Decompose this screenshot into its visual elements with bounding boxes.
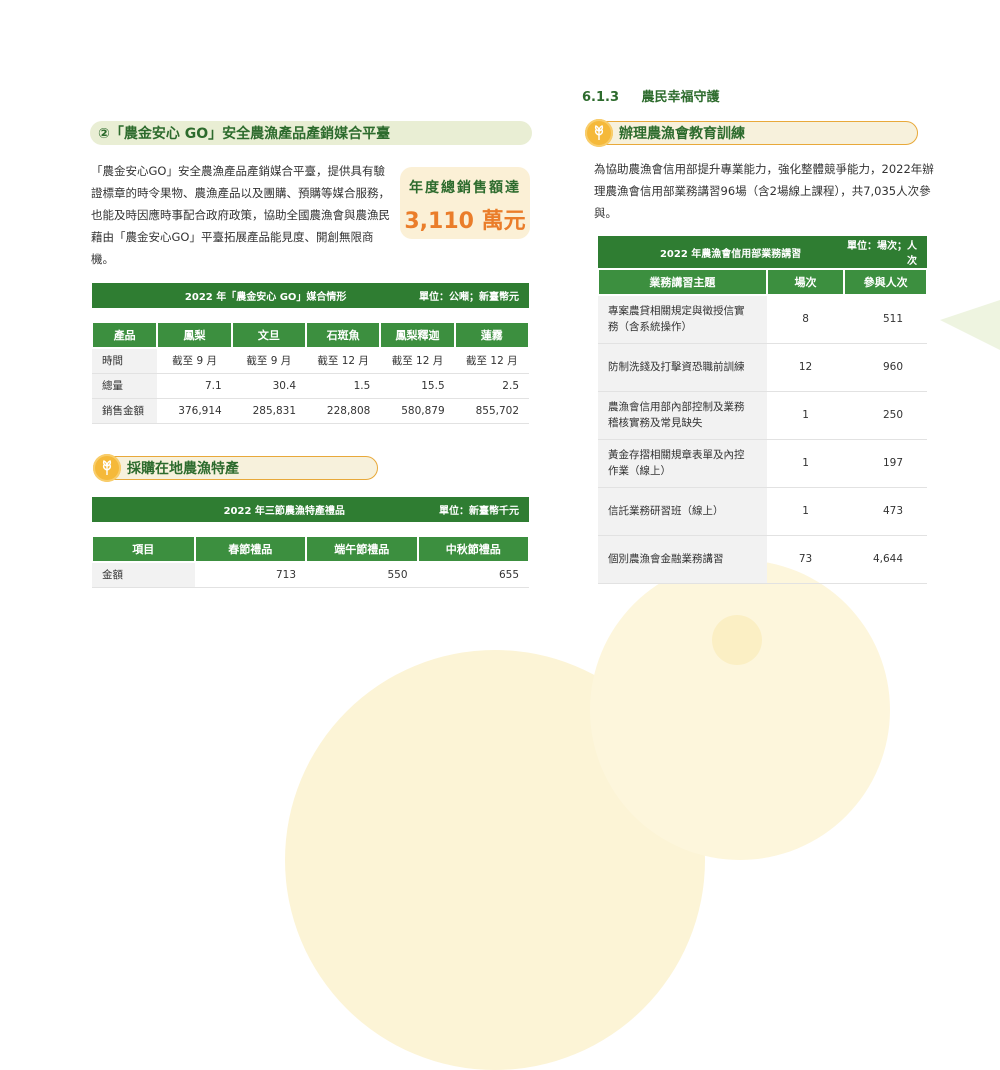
row-label: 銷售金額 bbox=[92, 398, 158, 424]
chapter-title: 農民幸福守護 bbox=[641, 90, 720, 105]
decor-circle-small bbox=[712, 615, 762, 665]
table-cell: 473 bbox=[844, 487, 927, 536]
section-title-platform: ②「農金安心 GO」安全農漁產品產銷媒合平臺 bbox=[98, 126, 391, 142]
table-row: 信託業務研習班（線上） 1 473 bbox=[598, 487, 927, 536]
col-header: 產品 bbox=[90, 321, 159, 349]
table-row: 金額 713 550 655 bbox=[92, 562, 529, 588]
table-cell: 截至 12 月 bbox=[454, 348, 529, 374]
table-cell: 8 bbox=[766, 295, 845, 344]
table-title-row: 2022 年三節農漁特產禮品 單位：新臺幣千元 bbox=[92, 497, 529, 522]
wheat-icon bbox=[93, 454, 121, 482]
matching-table: 2022 年「農金安心 GO」媒合情形 單位：公噸；新臺幣元 產品 鳳梨 文旦 … bbox=[90, 283, 531, 424]
training-table: 2022 年農漁會信用部業務講習 單位：場次；人次 業務講習主題 場次 參與人次… bbox=[597, 236, 928, 584]
table-title-row: 2022 年「農金安心 GO」媒合情形 單位：公噸；新臺幣元 bbox=[92, 283, 529, 308]
row-label: 總量 bbox=[92, 373, 158, 399]
col-header: 業務講習主題 bbox=[597, 268, 768, 296]
table-cell: 550 bbox=[306, 562, 418, 588]
table-cell: 截至 9 月 bbox=[157, 348, 232, 374]
table-cell: 228,808 bbox=[306, 398, 381, 424]
table-cell: 30.4 bbox=[231, 373, 307, 399]
table-unit: 單位：新臺幣千元 bbox=[417, 497, 529, 522]
wheat-icon bbox=[585, 119, 613, 147]
table-header-row: 產品 鳳梨 文旦 石斑魚 鳳梨釋迦 蓮霧 bbox=[90, 321, 531, 349]
table-cell: 1 bbox=[766, 439, 845, 488]
table-cell: 2.5 bbox=[454, 373, 529, 399]
decor-arc bbox=[285, 650, 705, 1070]
row-label: 農漁會信用部內部控制及業務稽核實務及常見缺失 bbox=[598, 391, 767, 440]
table-title: 2022 年「農金安心 GO」媒合情形 bbox=[92, 283, 381, 308]
row-label: 時間 bbox=[92, 348, 158, 374]
table-cell: 713 bbox=[194, 562, 306, 588]
table-row: 黃金存摺相關規章表單及內控作業（線上） 1 197 bbox=[598, 439, 927, 488]
table-unit: 單位：場次；人次 bbox=[844, 236, 927, 269]
table-row: 防制洗錢及打擊資恐職前訓練 12 960 bbox=[598, 343, 927, 392]
table-header-row: 業務講習主題 場次 參與人次 bbox=[597, 268, 928, 296]
row-label: 信託業務研習班（線上） bbox=[598, 487, 767, 536]
table-unit: 單位：公噸；新臺幣元 bbox=[380, 283, 529, 308]
sales-callout: 年度總銷售額達 3,110 萬元 bbox=[400, 167, 530, 239]
col-header: 鳳梨 bbox=[156, 321, 233, 349]
decor-triangle bbox=[940, 300, 1000, 350]
table-cell: 15.5 bbox=[380, 373, 455, 399]
table-cell: 73 bbox=[766, 535, 845, 584]
table-cell: 12 bbox=[766, 343, 845, 392]
table-cell: 655 bbox=[417, 562, 529, 588]
table-title: 2022 年三節農漁特產禮品 bbox=[92, 497, 418, 522]
training-paragraph: 為協助農漁會信用部提升專業能力，強化整體競爭能力，2022年辦理農漁會信用部業務… bbox=[594, 162, 934, 220]
table-cell: 截至 9 月 bbox=[231, 348, 307, 374]
row-label: 金額 bbox=[92, 562, 195, 588]
table-cell: 1 bbox=[766, 391, 845, 440]
table-cell: 截至 12 月 bbox=[306, 348, 381, 374]
table-cell: 580,879 bbox=[380, 398, 455, 424]
table-row: 時間 截至 9 月 截至 9 月 截至 12 月 截至 12 月 截至 12 月 bbox=[92, 348, 529, 374]
col-header: 端午節禮品 bbox=[305, 535, 419, 563]
section-title-training: 辦理農漁會教育訓練 bbox=[619, 126, 745, 142]
gift-table: 2022 年三節農漁特產禮品 單位：新臺幣千元 項目 春節禮品 端午節禮品 中秋… bbox=[91, 497, 530, 588]
table-title: 2022 年農漁會信用部業務講習 bbox=[598, 236, 845, 269]
callout-label: 年度總銷售額達 bbox=[409, 180, 521, 196]
table-row: 農漁會信用部內部控制及業務稽核實務及常見缺失 1 250 bbox=[598, 391, 927, 440]
col-header: 春節禮品 bbox=[193, 535, 307, 563]
table-cell: 285,831 bbox=[231, 398, 307, 424]
table-cell: 511 bbox=[844, 295, 927, 344]
col-header: 中秋節禮品 bbox=[416, 535, 530, 563]
table-cell: 截至 12 月 bbox=[380, 348, 455, 374]
col-header: 場次 bbox=[765, 268, 846, 296]
col-header: 鳳梨釋迦 bbox=[379, 321, 456, 349]
col-header: 文旦 bbox=[230, 321, 308, 349]
table-title-row: 2022 年農漁會信用部業務講習 單位：場次；人次 bbox=[598, 236, 927, 269]
col-header: 蓮霧 bbox=[453, 321, 531, 349]
col-header: 項目 bbox=[91, 535, 196, 563]
decor-circle-large bbox=[590, 560, 890, 860]
col-header: 參與人次 bbox=[843, 268, 928, 296]
section-title-local: 採購在地農漁特產 bbox=[127, 461, 239, 477]
table-cell: 376,914 bbox=[157, 398, 232, 424]
row-label: 專案農貸相關規定與徵授信實務（含系統操作） bbox=[598, 295, 767, 344]
table-cell: 1.5 bbox=[306, 373, 381, 399]
table-header-row: 項目 春節禮品 端午節禮品 中秋節禮品 bbox=[91, 535, 530, 563]
section-pill-local: 採購在地農漁特產 bbox=[93, 454, 378, 482]
table-row: 總量 7.1 30.4 1.5 15.5 2.5 bbox=[92, 373, 529, 399]
section-pill-training: 辦理農漁會教育訓練 bbox=[585, 119, 918, 147]
row-label: 個別農漁會金融業務講習 bbox=[598, 535, 767, 584]
col-header: 石斑魚 bbox=[305, 321, 382, 349]
callout-value: 3,110 萬元 bbox=[404, 209, 526, 234]
table-cell: 960 bbox=[844, 343, 927, 392]
row-label: 黃金存摺相關規章表單及內控作業（線上） bbox=[598, 439, 767, 488]
table-cell: 1 bbox=[766, 487, 845, 536]
table-row: 個別農漁會金融業務講習 73 4,644 bbox=[598, 535, 927, 584]
chapter-number: 6.1.3 bbox=[582, 90, 620, 105]
table-cell: 855,702 bbox=[454, 398, 529, 424]
chapter-heading: 6.1.3 農民幸福守護 bbox=[582, 86, 720, 105]
table-row: 專案農貸相關規定與徵授信實務（含系統操作） 8 511 bbox=[598, 295, 927, 344]
table-cell: 4,644 bbox=[844, 535, 927, 584]
table-row: 銷售金額 376,914 285,831 228,808 580,879 855… bbox=[92, 398, 529, 424]
platform-paragraph: 「農金安心GO」安全農漁產品產銷媒合平臺，提供具有驗證標章的時令果物、農漁產品以… bbox=[91, 164, 390, 266]
table-cell: 250 bbox=[844, 391, 927, 440]
row-label: 防制洗錢及打擊資恐職前訓練 bbox=[598, 343, 767, 392]
table-cell: 7.1 bbox=[157, 373, 232, 399]
section-pill-platform: ②「農金安心 GO」安全農漁產品產銷媒合平臺 bbox=[90, 121, 532, 145]
table-cell: 197 bbox=[844, 439, 927, 488]
